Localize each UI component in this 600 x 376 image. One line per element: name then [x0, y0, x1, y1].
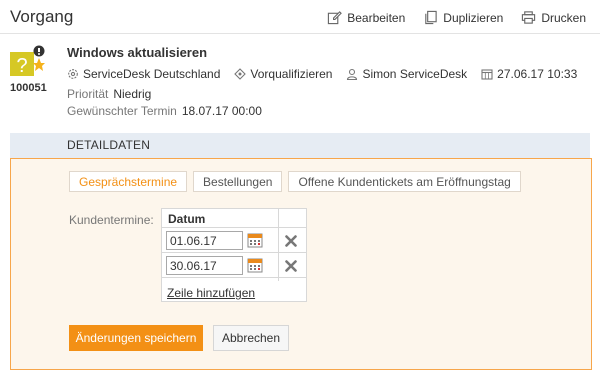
ticket-meta: ServiceDesk Deutschland Vorqualifizieren…	[67, 67, 577, 81]
delete-icon[interactable]	[285, 260, 297, 272]
duplicate-button-label: Duplizieren	[443, 10, 504, 25]
duplicate-button[interactable]: Duplizieren	[423, 10, 503, 25]
due-value: 18.07.17 00:00	[181, 104, 262, 118]
date-input-2[interactable]	[166, 256, 243, 275]
calendar-picker-icon[interactable]	[247, 232, 263, 248]
meta-team[interactable]: ServiceDesk Deutschland	[67, 67, 220, 81]
edit-button-label: Bearbeiten	[347, 10, 406, 25]
save-button[interactable]: Änderungen speichern	[69, 325, 203, 351]
table-row	[162, 254, 306, 278]
meta-assignee[interactable]: Simon ServiceDesk	[346, 67, 467, 81]
page-title: Vorgang	[10, 7, 74, 26]
meta-created-label: 27.06.17 10:33	[497, 67, 578, 81]
print-button-label: Drucken	[541, 10, 586, 25]
meta-team-label: ServiceDesk Deutschland	[83, 67, 221, 81]
table-header: Datum	[162, 209, 306, 228]
edit-button[interactable]: Bearbeiten	[327, 10, 405, 25]
user-icon	[347, 68, 358, 80]
table-row	[162, 229, 306, 253]
tab-gespraechstermine[interactable]: Gesprächstermine	[69, 171, 188, 192]
meta-status-label: Vorqualifizieren	[250, 67, 333, 81]
header-bar: Vorgang Bearbeiten Duplizieren Drucken	[0, 0, 600, 34]
appointments-label: Kundentermine:	[69, 213, 154, 227]
meta-assignee-label: Simon ServiceDesk	[362, 67, 468, 81]
due-label: Gewünschter Termin	[67, 104, 177, 118]
meta-status[interactable]: Vorqualifizieren	[234, 67, 332, 81]
ticket-title: Windows aktualisieren	[67, 45, 208, 60]
svg-text:?: ?	[16, 55, 27, 77]
appointments-table: Datum Zeile hinzufügen	[161, 208, 307, 302]
priority-value: Niedrig	[113, 87, 152, 101]
ticket-id: 100051	[10, 82, 47, 94]
section-header: DETAILDATEN	[10, 133, 590, 158]
add-row-link[interactable]: Zeile hinzufügen	[167, 286, 255, 300]
print-button[interactable]: Drucken	[521, 10, 586, 25]
tab-bestellungen[interactable]: Bestellungen	[193, 171, 283, 192]
meta-created: 27.06.17 10:33	[481, 67, 577, 81]
detail-tabs: Gesprächstermine Bestellungen Offene Kun…	[69, 171, 521, 192]
print-icon	[522, 11, 536, 24]
priority-row: Priorität Niedrig	[67, 87, 151, 101]
cancel-button[interactable]: Abbrechen	[213, 325, 289, 351]
priority-label: Priorität	[67, 87, 109, 101]
calendar-picker-icon[interactable]	[247, 257, 263, 273]
gear-icon	[68, 69, 78, 79]
edit-icon	[328, 11, 343, 25]
date-column-header: Datum	[168, 212, 206, 226]
delete-icon[interactable]	[285, 235, 297, 247]
ticket-summary: ? 100051 Windows aktualisieren ServiceDe…	[10, 44, 600, 126]
section-title: DETAILDATEN	[67, 138, 151, 152]
due-row: Gewünschter Termin 18.07.17 00:00	[67, 104, 262, 118]
header-actions: Bearbeiten Duplizieren Drucken	[327, 10, 586, 25]
duplicate-icon	[425, 10, 437, 25]
calendar-icon	[481, 69, 493, 80]
workflow-icon	[234, 68, 247, 80]
question-ticket-icon: ?	[10, 45, 45, 77]
detail-panel: Gesprächstermine Bestellungen Offene Kun…	[10, 158, 592, 370]
tab-offene-kundentickets[interactable]: Offene Kundentickets am Eröffnungstag	[288, 171, 521, 192]
date-input-1[interactable]	[166, 231, 243, 250]
